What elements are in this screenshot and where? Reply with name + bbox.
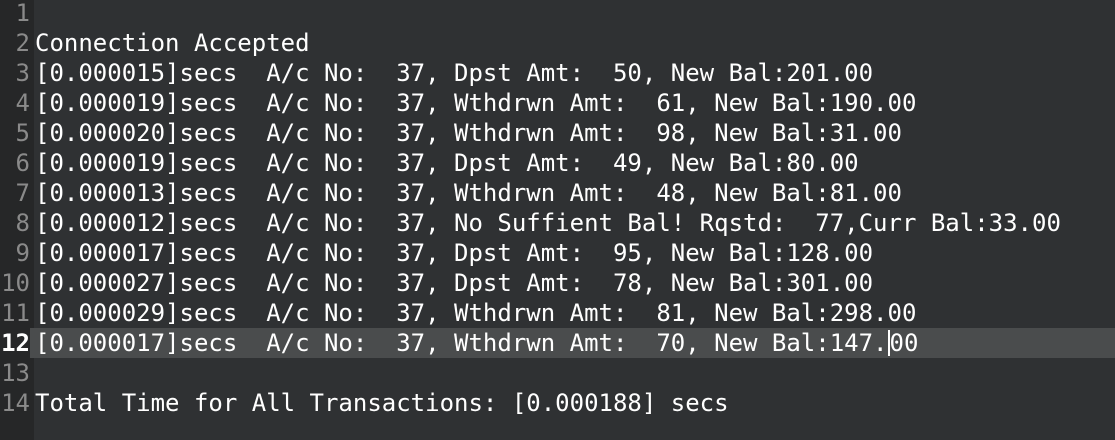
editor-line-5[interactable]: 5 [0.000020]secs A/c No: 37, Wthdrwn Amt… — [0, 118, 1115, 148]
editor-line-8[interactable]: 8 [0.000012]secs A/c No: 37, No Suffient… — [0, 208, 1115, 238]
text-after-cursor: 00 — [889, 329, 919, 357]
line-number: 1 — [0, 0, 30, 28]
line-number: 14 — [0, 388, 30, 418]
editor-line-1[interactable]: 1 — [0, 0, 1115, 28]
line-text: Connection Accepted — [35, 29, 310, 57]
line-text: [0.000017]secs A/c No: 37, Dpst Amt: 95,… — [35, 239, 874, 267]
line-text: [0.000017]secs A/c No: 37, Wthdrwn Amt: … — [35, 328, 918, 358]
editor-line-6[interactable]: 6 [0.000019]secs A/c No: 37, Dpst Amt: 4… — [0, 148, 1115, 178]
line-number: 2 — [0, 28, 30, 58]
line-number: 8 — [0, 208, 30, 238]
editor-lines[interactable]: 1 2 Connection Accepted 3 [0.000015]secs… — [0, 0, 1115, 418]
line-text: [0.000019]secs A/c No: 37, Wthdrwn Amt: … — [35, 89, 917, 117]
line-number: 11 — [0, 298, 30, 328]
line-text: [0.000013]secs A/c No: 37, Wthdrwn Amt: … — [35, 179, 902, 207]
text-before-cursor: [0.000017]secs A/c No: 37, Wthdrwn Amt: … — [35, 329, 888, 357]
line-text: [0.000019]secs A/c No: 37, Dpst Amt: 49,… — [35, 149, 859, 177]
line-number: 12 — [0, 328, 30, 358]
line-number: 13 — [0, 358, 30, 388]
text-editor[interactable]: 1 2 Connection Accepted 3 [0.000015]secs… — [0, 0, 1115, 440]
line-text: [0.000029]secs A/c No: 37, Wthdrwn Amt: … — [35, 299, 917, 327]
editor-line-7[interactable]: 7 [0.000013]secs A/c No: 37, Wthdrwn Amt… — [0, 178, 1115, 208]
editor-line-14[interactable]: 14 Total Time for All Transactions: [0.0… — [0, 388, 1115, 418]
editor-line-2[interactable]: 2 Connection Accepted — [0, 28, 1115, 58]
line-text: [0.000027]secs A/c No: 37, Dpst Amt: 78,… — [35, 269, 874, 297]
line-number: 9 — [0, 238, 30, 268]
line-number: 5 — [0, 118, 30, 148]
line-number: 4 — [0, 88, 30, 118]
line-number: 7 — [0, 178, 30, 208]
line-number: 6 — [0, 148, 30, 178]
editor-line-11[interactable]: 11 [0.000029]secs A/c No: 37, Wthdrwn Am… — [0, 298, 1115, 328]
editor-line-9[interactable]: 9 [0.000017]secs A/c No: 37, Dpst Amt: 9… — [0, 238, 1115, 268]
editor-line-3[interactable]: 3 [0.000015]secs A/c No: 37, Dpst Amt: 5… — [0, 58, 1115, 88]
line-number: 10 — [0, 268, 30, 298]
line-text: [0.000020]secs A/c No: 37, Wthdrwn Amt: … — [35, 119, 902, 147]
line-number: 3 — [0, 58, 30, 88]
editor-line-4[interactable]: 4 [0.000019]secs A/c No: 37, Wthdrwn Amt… — [0, 88, 1115, 118]
editor-line-12-current[interactable]: 12 [0.000017]secs A/c No: 37, Wthdrwn Am… — [0, 328, 1115, 358]
line-text: Total Time for All Transactions: [0.0001… — [35, 389, 729, 417]
line-text: [0.000012]secs A/c No: 37, No Suffient B… — [35, 209, 1061, 237]
editor-line-10[interactable]: 10 [0.000027]secs A/c No: 37, Dpst Amt: … — [0, 268, 1115, 298]
line-text: [0.000015]secs A/c No: 37, Dpst Amt: 50,… — [35, 59, 874, 87]
editor-line-13[interactable]: 13 — [0, 358, 1115, 388]
